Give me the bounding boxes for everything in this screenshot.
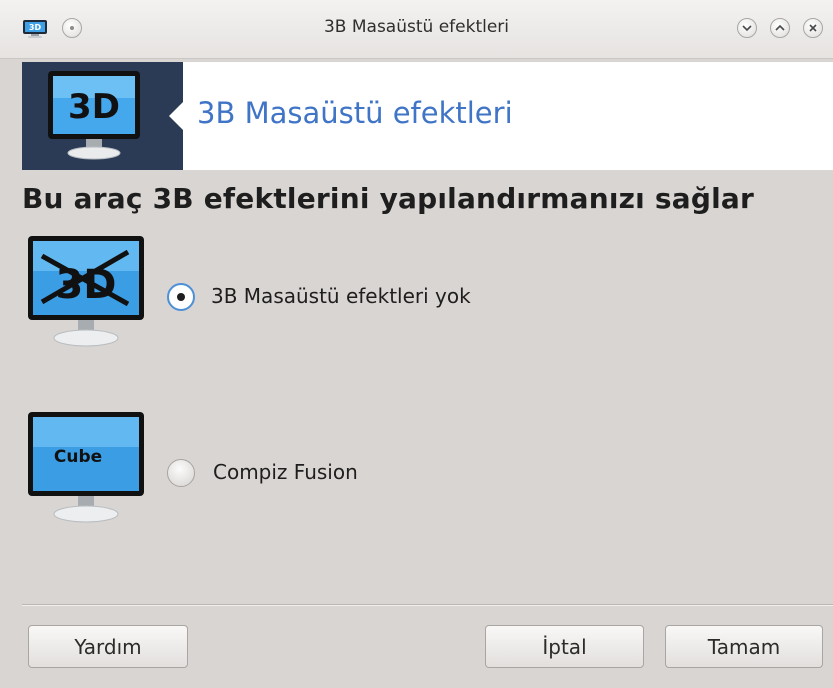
chevron-down-icon bbox=[742, 25, 752, 32]
banner-icon-label: 3D bbox=[68, 87, 120, 127]
compiz-cube-icon: Cube bbox=[28, 412, 144, 523]
page-heading: Bu araç 3B efektlerini yapılandırmanızı … bbox=[22, 182, 754, 215]
no-effects-label[interactable]: 3B Masaüstü efektleri yok bbox=[211, 284, 471, 308]
banner-notch bbox=[169, 102, 183, 130]
title-bar: 3D 3B Masaüstü efektleri bbox=[0, 0, 833, 59]
monitor-3d-icon: 3D bbox=[48, 71, 140, 160]
compiz-fusion-label[interactable]: Compiz Fusion bbox=[213, 460, 358, 484]
cancel-button[interactable]: İptal bbox=[485, 625, 644, 668]
header-banner: 3D 3B Masaüstü efektleri bbox=[22, 62, 833, 170]
help-button[interactable]: Yardım bbox=[28, 625, 188, 668]
close-icon bbox=[809, 24, 817, 32]
chevron-up-icon bbox=[775, 24, 785, 31]
banner-title: 3B Masaüstü efektleri bbox=[197, 96, 513, 130]
minimize-button[interactable] bbox=[737, 18, 757, 38]
ok-button[interactable]: Tamam bbox=[665, 625, 823, 668]
compiz-fusion-radio[interactable] bbox=[167, 459, 195, 487]
compiz-icon-label: Cube bbox=[54, 447, 102, 467]
window-title: 3B Masaüstü efektleri bbox=[323, 17, 510, 37]
no-3d-effects-icon: 3D bbox=[28, 236, 144, 347]
button-separator bbox=[22, 604, 833, 606]
close-button[interactable] bbox=[803, 18, 823, 38]
no-effects-radio[interactable] bbox=[167, 283, 195, 311]
maximize-button[interactable] bbox=[770, 18, 790, 38]
banner-icon-panel: 3D bbox=[22, 62, 183, 170]
